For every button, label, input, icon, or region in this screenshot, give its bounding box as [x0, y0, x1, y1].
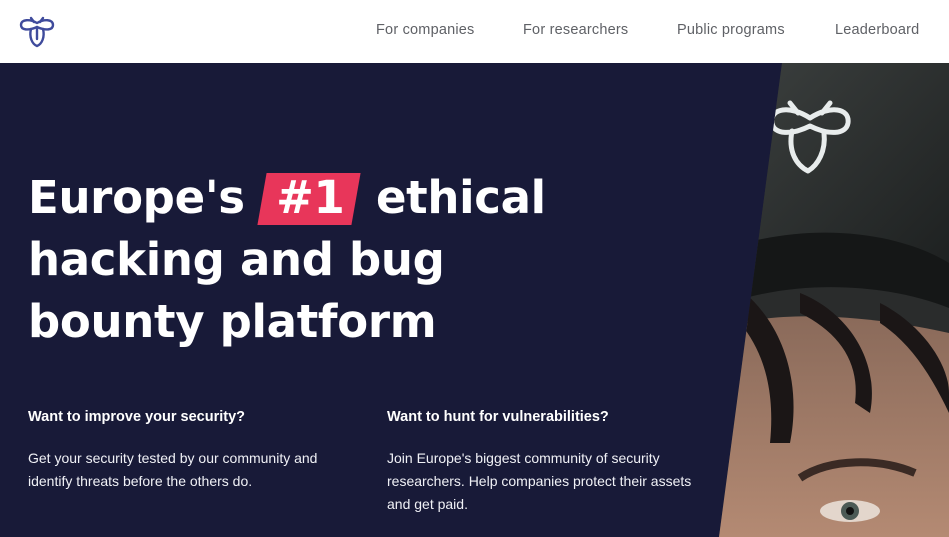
- headline-line-2: hacking and bug: [28, 233, 445, 286]
- site-header: For companies For researchers Public pro…: [0, 0, 949, 63]
- hero-headline: Europe's #1 ethical hacking and bug boun…: [28, 167, 748, 353]
- researchers-title[interactable]: Want to hunt for vulnerabilities?: [387, 409, 707, 425]
- nav-for-companies[interactable]: For companies: [376, 22, 475, 38]
- researchers-text: Join Europe's biggest community of secur…: [387, 450, 692, 512]
- companies-column: Want to improve your security? Get your …: [28, 409, 348, 493]
- nav-leaderboard[interactable]: Leaderboard: [835, 22, 919, 38]
- nav-for-researchers[interactable]: For researchers: [523, 22, 628, 38]
- companies-text: Get your security tested by our communit…: [28, 450, 318, 489]
- headline-line-3: bounty platform: [28, 295, 437, 348]
- headline-europes: Europe's: [28, 171, 245, 224]
- bee-logo-icon[interactable]: [18, 13, 56, 49]
- companies-title[interactable]: Want to improve your security?: [28, 409, 348, 425]
- researchers-column: Want to hunt for vulnerabilities? Join E…: [387, 409, 707, 516]
- headline-line-1: Europe's #1 ethical: [28, 167, 748, 229]
- headline-ethical: ethical: [375, 171, 546, 224]
- number-one-badge: #1: [262, 167, 356, 229]
- nav-public-programs[interactable]: Public programs: [677, 22, 785, 38]
- hero-section: Europe's #1 ethical hacking and bug boun…: [0, 63, 949, 537]
